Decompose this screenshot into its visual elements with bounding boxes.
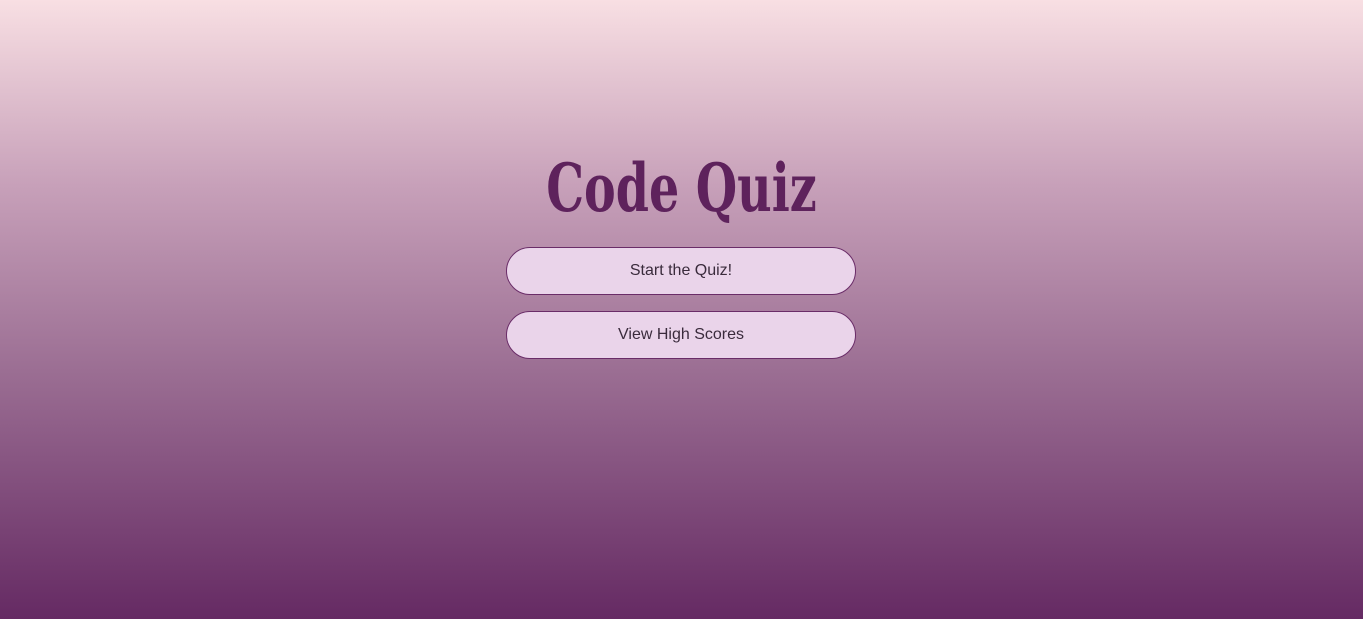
view-high-scores-button-label: View High Scores <box>618 326 744 343</box>
view-high-scores-button[interactable]: View High Scores <box>506 311 856 359</box>
start-quiz-button[interactable]: Start the Quiz! <box>506 247 856 295</box>
start-quiz-button-label: Start the Quiz! <box>629 262 733 279</box>
page-title: Code Quiz <box>546 149 817 227</box>
